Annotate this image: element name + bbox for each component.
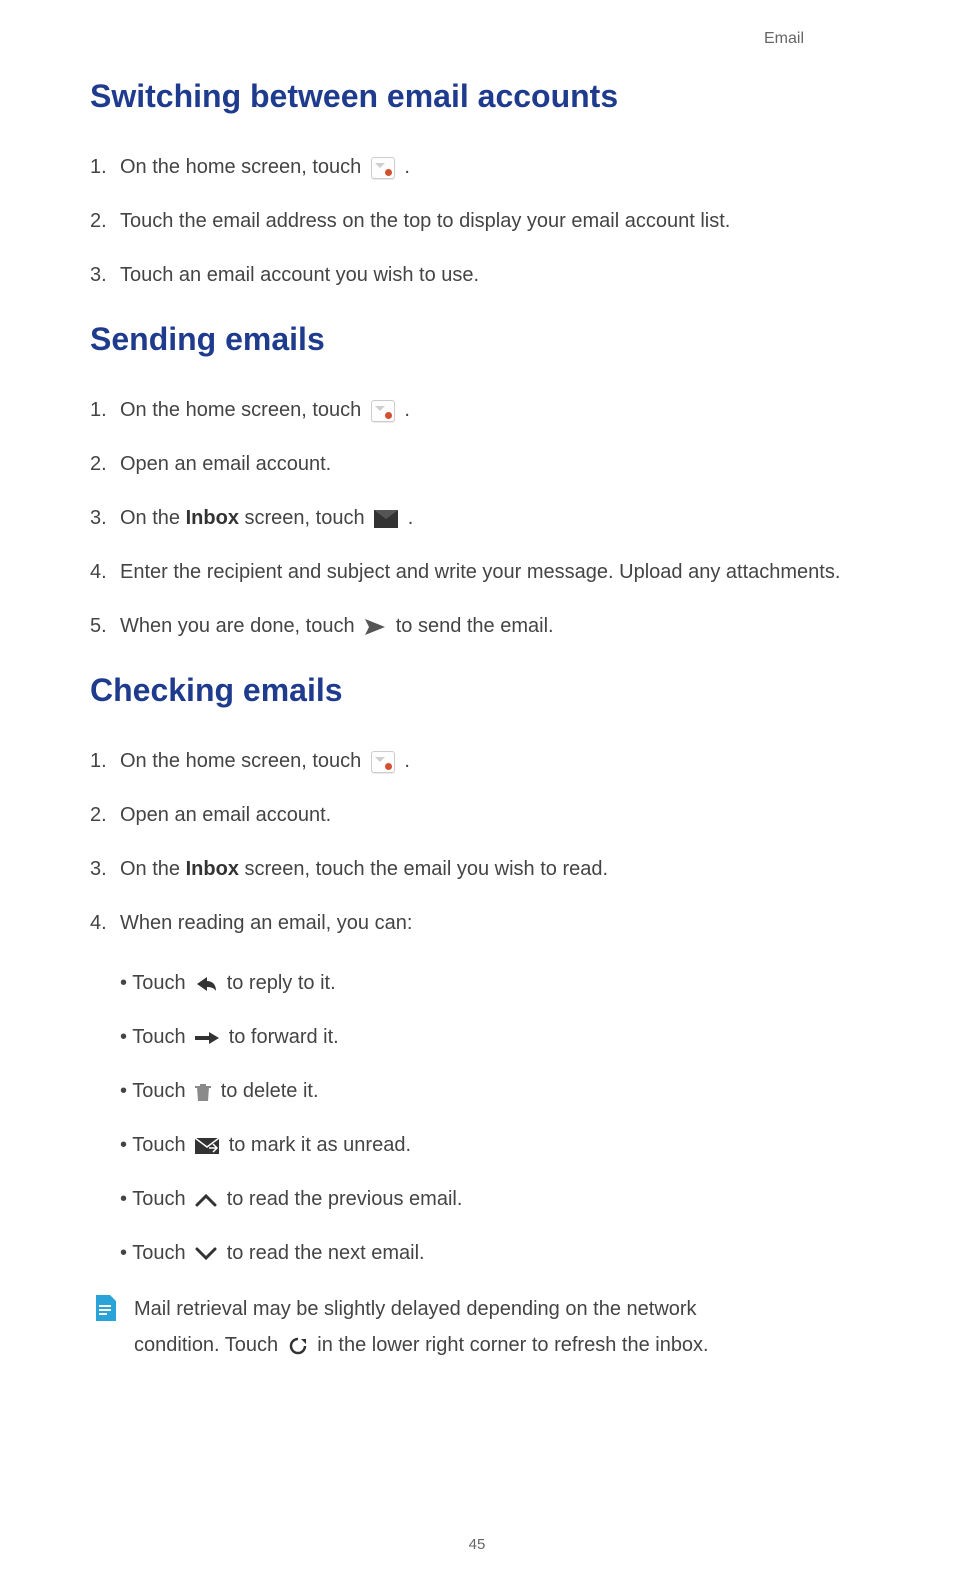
step-3: 3.Touch an email account you wish to use… <box>90 259 864 291</box>
bullet-text-post: to forward it. <box>223 1026 339 1048</box>
step-number: 2. <box>90 448 120 480</box>
bullet-text-pre: Touch <box>132 1188 191 1210</box>
page-header-label: Email <box>90 30 864 48</box>
steps-sending: 1.On the home screen, touch . 2.Open an … <box>90 394 864 642</box>
page-number: 45 <box>0 1536 954 1553</box>
step-number: 1. <box>90 745 120 777</box>
chevron-up-icon <box>195 1193 217 1207</box>
bullet-text-pre: Touch <box>132 1242 191 1264</box>
step-text: Touch an email account you wish to use. <box>120 264 479 286</box>
step-number: 2. <box>90 205 120 237</box>
bullet-text-pre: Touch <box>132 1134 191 1156</box>
bullet-text-post: to reply to it. <box>221 972 336 994</box>
reply-icon <box>195 975 217 993</box>
step-number: 2. <box>90 799 120 831</box>
step-text: Open an email account. <box>120 804 331 826</box>
document-page: Email Switching between email accounts 1… <box>0 0 954 1577</box>
step-3: 3.On the Inbox screen, touch . <box>90 502 864 534</box>
chevron-down-icon <box>195 1247 217 1261</box>
step-2: 2.Open an email account. <box>90 799 864 831</box>
step-text: On the home screen, touch <box>120 399 367 421</box>
step-text: Touch the email address on the top to di… <box>120 210 730 232</box>
step-text: When reading an email, you can: <box>120 912 412 934</box>
note-line2-post: in the lower right corner to refresh the… <box>312 1334 709 1356</box>
email-app-icon <box>371 157 395 179</box>
step-text-post: . <box>399 156 410 178</box>
email-app-icon <box>371 400 395 422</box>
step-number: 3. <box>90 259 120 291</box>
bullet-text-pre: Touch <box>132 1026 191 1048</box>
heading-switching: Switching between email accounts <box>90 78 864 115</box>
step-2: 2.Touch the email address on the top to … <box>90 205 864 237</box>
step-3: 3.On the Inbox screen, touch the email y… <box>90 853 864 885</box>
send-icon <box>364 618 386 636</box>
note-icon <box>94 1295 116 1321</box>
bullet-text-post: to read the previous email. <box>221 1188 462 1210</box>
bullet-text-pre: Touch <box>132 972 191 994</box>
bullet-delete: Touch to delete it. <box>150 1075 864 1107</box>
step-text: On the home screen, touch <box>120 750 367 772</box>
step-1: 1.On the home screen, touch . <box>90 151 864 183</box>
step-number: 5. <box>90 610 120 642</box>
bullet-text-post: to read the next email. <box>221 1242 424 1264</box>
step-5: 5.When you are done, touch to send the e… <box>90 610 864 642</box>
step-number: 3. <box>90 502 120 534</box>
step-text-post: . <box>402 507 413 529</box>
bullet-text-post: to mark it as unread. <box>223 1134 411 1156</box>
step-text: Open an email account. <box>120 453 331 475</box>
bullet-next: Touch to read the next email. <box>150 1237 864 1269</box>
step-text-pre: On the <box>120 858 186 880</box>
sub-bullets: Touch to reply to it. Touch to forward i… <box>120 967 864 1269</box>
heading-sending: Sending emails <box>90 321 864 358</box>
step-number: 1. <box>90 394 120 426</box>
step-number: 3. <box>90 853 120 885</box>
bullet-forward: Touch to forward it. <box>150 1021 864 1053</box>
step-text-pre: On the <box>120 507 186 529</box>
refresh-icon <box>288 1336 308 1356</box>
bullet-text-post: to delete it. <box>215 1080 318 1102</box>
steps-checking: 1.On the home screen, touch . 2.Open an … <box>90 745 864 1269</box>
trash-icon <box>195 1082 211 1102</box>
note-line1: Mail retrieval may be slightly delayed d… <box>134 1298 697 1320</box>
step-text-post: screen, touch the email you wish to read… <box>239 858 608 880</box>
step-text: Enter the recipient and subject and writ… <box>120 561 840 583</box>
heading-checking: Checking emails <box>90 672 864 709</box>
bullet-reply: Touch to reply to it. <box>150 967 864 999</box>
step-4: 4.When reading an email, you can: Touch … <box>90 907 864 1269</box>
step-text-post: . <box>399 399 410 421</box>
step-text: On the home screen, touch <box>120 156 367 178</box>
step-2: 2.Open an email account. <box>90 448 864 480</box>
email-app-icon <box>371 751 395 773</box>
steps-switching: 1.On the home screen, touch . 2.Touch th… <box>90 151 864 291</box>
forward-icon <box>195 1031 219 1045</box>
step-number: 4. <box>90 556 120 588</box>
step-text-bold: Inbox <box>186 858 239 880</box>
step-number: 4. <box>90 907 120 939</box>
step-1: 1.On the home screen, touch . <box>90 394 864 426</box>
bullet-text-pre: Touch <box>132 1080 191 1102</box>
note-text: Mail retrieval may be slightly delayed d… <box>134 1291 864 1363</box>
step-1: 1.On the home screen, touch . <box>90 745 864 777</box>
bullet-prev: Touch to read the previous email. <box>150 1183 864 1215</box>
bullet-mark-unread: Touch to mark it as unread. <box>150 1129 864 1161</box>
step-text-pre: When you are done, touch <box>120 615 360 637</box>
step-text-bold: Inbox <box>186 507 239 529</box>
step-text-post: . <box>399 750 410 772</box>
note-line2-pre: condition. Touch <box>134 1334 284 1356</box>
step-4: 4.Enter the recipient and subject and wr… <box>90 556 864 588</box>
mark-unread-icon <box>195 1138 219 1154</box>
step-text-mid: screen, touch <box>239 507 370 529</box>
note-block: Mail retrieval may be slightly delayed d… <box>90 1291 864 1363</box>
compose-mail-icon <box>374 510 398 528</box>
step-text-post: to send the email. <box>390 615 553 637</box>
step-number: 1. <box>90 151 120 183</box>
